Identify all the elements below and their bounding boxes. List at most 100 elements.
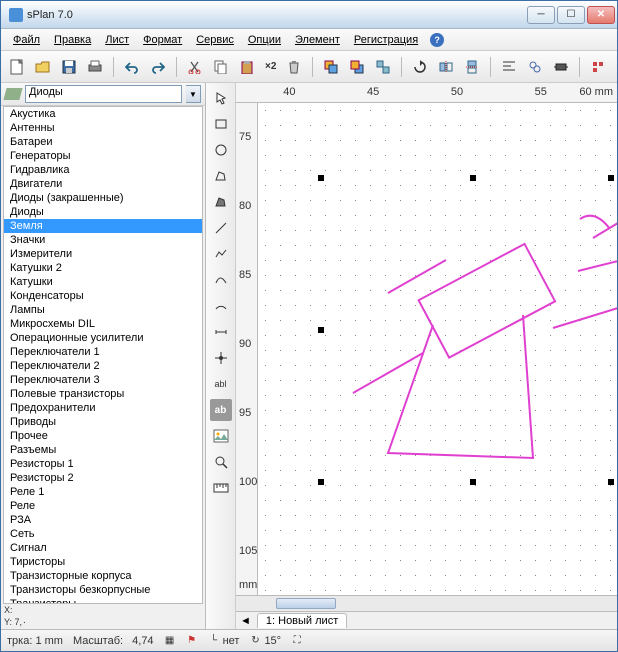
help-icon[interactable]: ? [430,33,444,47]
list-item[interactable]: Акустика [4,107,202,121]
list-item[interactable]: Диоды [4,205,202,219]
align-icon[interactable] [499,57,519,77]
minimize-button[interactable]: ─ [527,6,555,24]
ruler-horizontal: 40 45 50 55 60 mm [236,83,617,103]
link-icon[interactable] [525,57,545,77]
dropdown-arrow-icon[interactable]: ▼ [186,85,201,103]
coord-y-label: Y: 7,٠ [1,616,205,629]
list-item[interactable]: Двигатели [4,177,202,191]
angle-icon[interactable]: ↻ [249,635,261,647]
zoom-icon[interactable] [210,451,232,473]
cut-icon[interactable] [185,57,205,77]
list-item[interactable]: Измерители [4,247,202,261]
list-item[interactable]: Приводы [4,415,202,429]
list-item[interactable]: Конденсаторы [4,289,202,303]
list-item[interactable]: Значки [4,233,202,247]
menu-service[interactable]: Сервис [190,32,240,48]
group-icon[interactable] [373,57,393,77]
line-icon[interactable] [210,217,232,239]
menu-registration[interactable]: Регистрация [348,32,424,48]
group-back-icon[interactable] [347,57,367,77]
measure-icon[interactable] [210,477,232,499]
list-item[interactable]: Операционные усилители [4,331,202,345]
curve-icon[interactable] [210,269,232,291]
horizontal-scrollbar[interactable] [236,595,617,611]
list-item[interactable]: Резисторы 2 [4,471,202,485]
menu-sheet[interactable]: Лист [99,32,135,48]
rect-icon[interactable] [210,113,232,135]
list-item[interactable]: Батареи [4,135,202,149]
sheet-tabs: ◄ 1: Новый лист [236,611,617,629]
save-icon[interactable] [59,57,79,77]
sheet-tab-1[interactable]: 1: Новый лист [257,613,347,628]
list-item[interactable]: Разъемы [4,443,202,457]
menu-file[interactable]: Файл [7,32,46,48]
undo-icon[interactable] [122,57,142,77]
list-item[interactable]: Транзисторы [4,597,202,604]
list-item[interactable]: Лампы [4,303,202,317]
snap-flag-icon[interactable]: ⚑ [186,635,198,647]
text-label-icon[interactable]: abl [210,373,232,395]
list-item[interactable]: Предохранители [4,401,202,415]
menu-edit[interactable]: Правка [48,32,97,48]
list-item[interactable]: Генераторы [4,149,202,163]
open-icon[interactable] [33,57,53,77]
list-item[interactable]: Гидравлика [4,163,202,177]
list-item[interactable]: Полевые транзисторы [4,387,202,401]
list-item[interactable]: Микросхемы DIL [4,317,202,331]
group-front-icon[interactable] [321,57,341,77]
list-item[interactable]: Реле 1 [4,485,202,499]
copy-icon[interactable] [211,57,231,77]
new-icon[interactable] [7,57,27,77]
list-item[interactable]: Диоды (закрашенные) [4,191,202,205]
text-block-icon[interactable]: ab [210,399,232,421]
list-item[interactable]: Переключатели 2 [4,359,202,373]
paste-icon[interactable] [237,57,257,77]
drawing-canvas[interactable] [258,103,617,595]
ortho-icon[interactable]: └ [208,635,220,647]
circle-icon[interactable] [210,139,232,161]
menu-format[interactable]: Формат [137,32,188,48]
node-icon[interactable] [210,347,232,369]
maximize-button[interactable]: ☐ [557,6,585,24]
dimension-icon[interactable] [210,321,232,343]
image-icon[interactable] [210,425,232,447]
more-icon[interactable] [588,57,608,77]
arc-icon[interactable] [210,295,232,317]
list-item[interactable]: Переключатели 1 [4,345,202,359]
duplicate-icon[interactable]: ×2 [263,61,278,72]
menu-element[interactable]: Элемент [289,32,346,48]
print-icon[interactable] [85,57,105,77]
fill-icon[interactable] [210,191,232,213]
rotate-icon[interactable] [410,57,430,77]
list-item[interactable]: Катушки 2 [4,261,202,275]
redo-icon[interactable] [148,57,168,77]
coord-x-label: X: [1,604,205,616]
list-item[interactable]: Тиристоры [4,555,202,569]
list-item[interactable]: Переключатели 3 [4,373,202,387]
grid-icon[interactable]: ▦ [164,635,176,647]
polyline-icon[interactable] [210,243,232,265]
poly-icon[interactable] [210,165,232,187]
component-icon[interactable] [551,57,571,77]
mirror-h-icon[interactable] [436,57,456,77]
component-list[interactable]: АкустикаАнтенныБатареиГенераторыГидравли… [3,106,203,604]
fullscreen-icon[interactable]: ⛶ [291,635,303,647]
menu-options[interactable]: Опции [242,32,287,48]
delete-icon[interactable] [284,57,304,77]
list-item[interactable]: Катушки [4,275,202,289]
pointer-icon[interactable] [210,87,232,109]
list-item[interactable]: Транзисторы безкорпусные [4,583,202,597]
list-item[interactable]: Земля [4,219,202,233]
list-item[interactable]: Резисторы 1 [4,457,202,471]
list-item[interactable]: Прочее [4,429,202,443]
category-select[interactable]: Диоды [25,85,182,103]
list-item[interactable]: Сигнал [4,541,202,555]
list-item[interactable]: Транзисторные корпуса [4,569,202,583]
mirror-v-icon[interactable] [462,57,482,77]
list-item[interactable]: Реле [4,499,202,513]
list-item[interactable]: Сеть [4,527,202,541]
list-item[interactable]: РЗА [4,513,202,527]
close-button[interactable]: ✕ [587,6,615,24]
list-item[interactable]: Антенны [4,121,202,135]
